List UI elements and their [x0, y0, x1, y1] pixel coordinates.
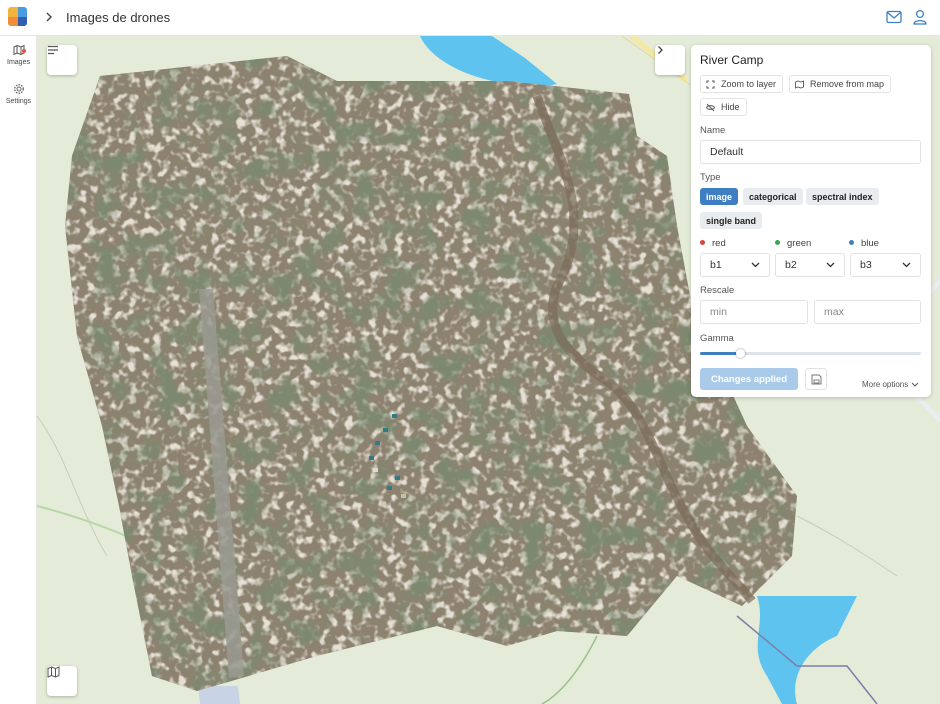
chevron-down-icon	[826, 262, 835, 268]
map-remove-icon	[795, 79, 804, 89]
sidebar-item-images[interactable]: Images	[0, 44, 37, 66]
layers-menu-button[interactable]	[47, 45, 77, 75]
type-chip-image[interactable]: image	[700, 188, 739, 205]
more-options-toggle[interactable]: More options	[862, 380, 919, 389]
river-water-south	[757, 596, 857, 704]
basemap-button[interactable]	[47, 666, 77, 696]
green-band-value: b2	[785, 259, 797, 271]
zoom-to-layer-button[interactable]: Zoom to layer	[700, 75, 784, 93]
basemap-icon	[47, 666, 60, 678]
gamma-slider-thumb[interactable]	[735, 349, 745, 358]
type-chip-spectral-index[interactable]: spectral index	[806, 188, 879, 205]
red-dot	[700, 239, 705, 245]
collapse-panel-button[interactable]	[655, 45, 685, 75]
collapse-panel-icon	[658, 46, 663, 54]
gamma-label: Gamma	[700, 333, 734, 344]
rescale-min-input[interactable]: min	[700, 300, 808, 324]
sidebar-item-label: Images	[7, 59, 30, 66]
hide-label: Hide	[721, 102, 740, 112]
notification-badge	[22, 49, 26, 53]
rescale-max-input[interactable]: max	[814, 300, 921, 324]
sidebar-item-settings[interactable]: Settings	[0, 83, 37, 105]
band-label-green: green	[775, 238, 811, 249]
chevron-down-icon	[902, 262, 911, 268]
sidebar-item-label: Settings	[5, 98, 32, 105]
save-icon	[811, 374, 821, 384]
type-label: Type	[700, 172, 721, 183]
blue-band-select[interactable]: b3	[850, 253, 921, 277]
band-label-blue: blue	[849, 238, 879, 249]
eye-off-icon	[706, 103, 715, 111]
chevron-down-icon	[751, 262, 760, 268]
side-nav: Images Settings	[0, 36, 37, 704]
user-icon[interactable]	[913, 9, 927, 25]
blue-band-value: b3	[860, 259, 872, 271]
layer-title: River Camp	[700, 53, 764, 67]
hide-layer-button[interactable]: Hide	[700, 98, 747, 116]
river-water	[420, 36, 557, 88]
green-dot	[775, 239, 780, 245]
name-field[interactable]: Default	[700, 140, 921, 164]
blue-dot	[849, 239, 854, 245]
gamma-slider-fill	[700, 352, 740, 355]
more-options-label: More options	[862, 380, 909, 389]
mail-icon[interactable]	[886, 10, 902, 24]
band-red-text: red	[712, 238, 726, 249]
zoom-to-layer-label: Zoom to layer	[721, 79, 777, 89]
apply-changes-button[interactable]: Changes applied	[700, 368, 798, 390]
band-label-red: red	[700, 238, 726, 249]
layer-settings-panel: River Camp Zoom to layer Remove from map…	[691, 45, 931, 397]
app-logo[interactable]	[8, 7, 27, 26]
green-band-select[interactable]: b2	[775, 253, 845, 277]
red-band-select[interactable]: b1	[700, 253, 770, 277]
rescale-label: Rescale	[700, 285, 735, 296]
name-label: Name	[700, 125, 726, 136]
remove-from-map-button[interactable]: Remove from map	[789, 75, 892, 93]
gear-icon	[13, 84, 24, 94]
chevron-down-icon	[912, 382, 919, 387]
type-chip-single-band[interactable]: single band	[700, 212, 763, 229]
remove-from-map-label: Remove from map	[810, 79, 885, 89]
top-bar: Images de drones	[0, 0, 940, 36]
chevron-right-icon[interactable]	[42, 10, 56, 24]
band-blue-text: blue	[861, 238, 879, 249]
zoom-extent-icon	[706, 80, 715, 88]
band-green-text: green	[787, 238, 812, 249]
gamma-slider[interactable]	[700, 349, 921, 358]
save-button[interactable]	[805, 368, 827, 390]
layers-menu-icon	[48, 45, 58, 55]
page-title: Images de drones	[66, 10, 171, 25]
type-chip-categorical[interactable]: categorical	[743, 188, 803, 205]
red-band-value: b1	[710, 259, 722, 271]
